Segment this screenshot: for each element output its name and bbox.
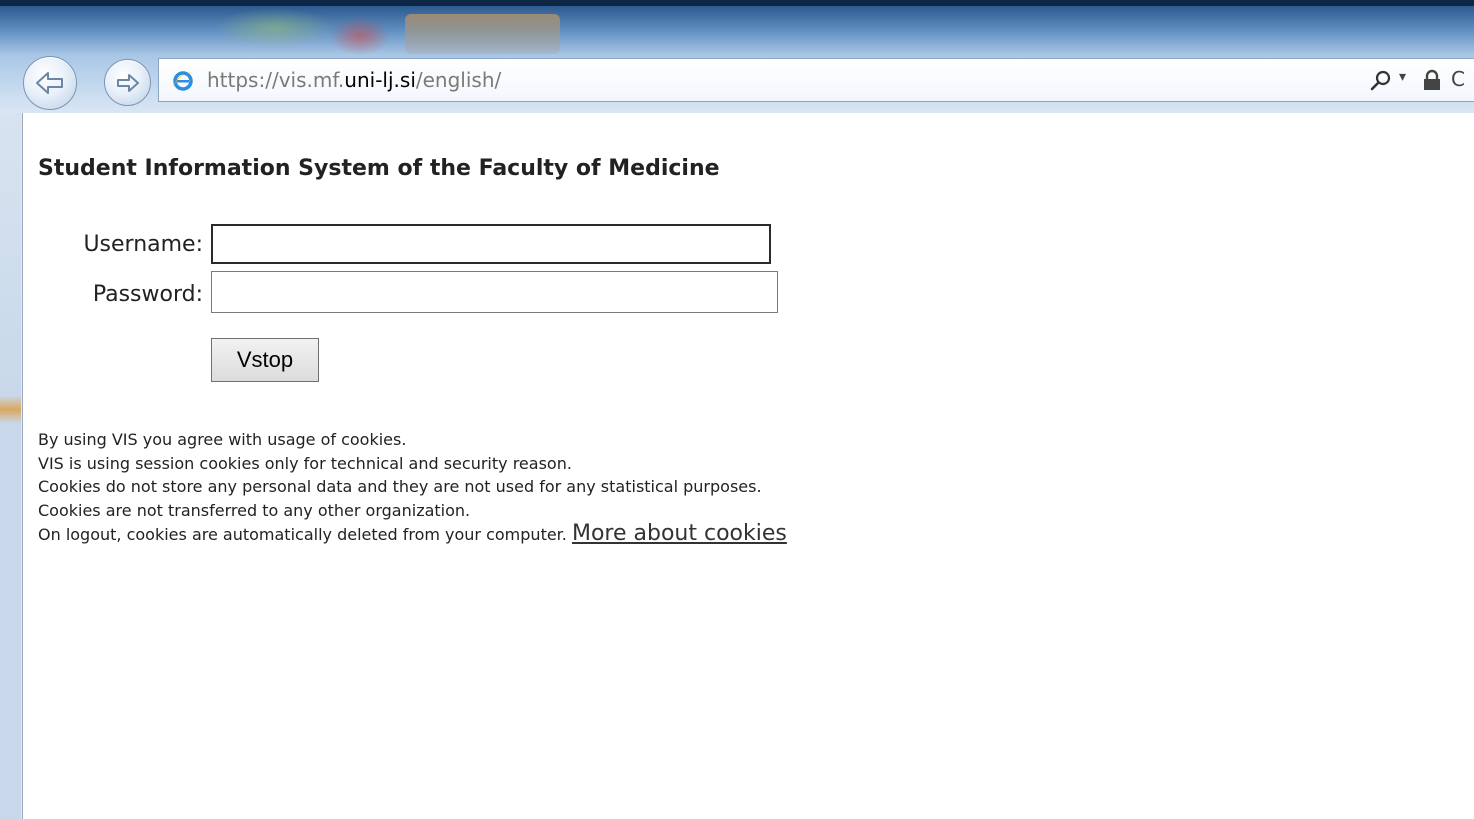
login-button[interactable]: Vstop — [211, 338, 319, 382]
page-content: Student Information System of the Facult… — [22, 113, 1474, 819]
left-window-edge — [0, 113, 21, 819]
cookie-line-with-link: On logout, cookies are automatically del… — [38, 522, 787, 547]
url-domain: uni-lj.si — [344, 68, 416, 92]
taskbar-thumbnail-blur — [405, 14, 560, 54]
lock-icon[interactable] — [1422, 69, 1442, 91]
cookie-line: Cookies do not store any personal data a… — [38, 477, 762, 496]
refresh-icon[interactable]: C — [1451, 67, 1465, 91]
password-input[interactable] — [211, 271, 778, 313]
cookie-notice: By using VIS you agree with usage of coo… — [38, 428, 787, 547]
internet-explorer-icon — [173, 71, 193, 91]
cookie-line: Cookies are not transferred to any other… — [38, 500, 471, 520]
forward-button[interactable] — [104, 59, 151, 106]
taskbar-thumbnail-blur — [330, 16, 390, 56]
page-title: Student Information System of the Facult… — [38, 156, 720, 181]
password-label: Password: — [92, 282, 203, 307]
cookie-line: By using VIS you agree with usage of coo… — [38, 430, 407, 449]
cookie-line: VIS is using session cookies only for te… — [38, 453, 572, 473]
url-text[interactable]: https://vis.mf.uni-lj.si/english/ — [207, 68, 501, 92]
username-input[interactable] — [211, 224, 771, 264]
back-button[interactable] — [23, 56, 77, 110]
cookie-line: On logout, cookies are automatically del… — [38, 525, 567, 544]
url-path: /english/ — [415, 68, 502, 92]
taskbar-thumbnail-blur — [215, 8, 335, 48]
forward-arrow-icon — [116, 73, 139, 92]
more-about-cookies-link[interactable]: More about cookies — [572, 521, 787, 546]
search-icon[interactable] — [1369, 68, 1393, 92]
username-label: Username: — [83, 232, 203, 257]
search-dropdown-icon[interactable]: ▾ — [1399, 69, 1406, 85]
window-top-edge — [0, 0, 1474, 6]
url-prefix: https://vis.mf. — [207, 68, 345, 92]
back-arrow-icon — [36, 72, 63, 94]
address-bar[interactable]: https://vis.mf.uni-lj.si/english/ ▾ C — [158, 58, 1474, 102]
browser-toolbar: https://vis.mf.uni-lj.si/english/ ▾ C — [0, 0, 1474, 113]
